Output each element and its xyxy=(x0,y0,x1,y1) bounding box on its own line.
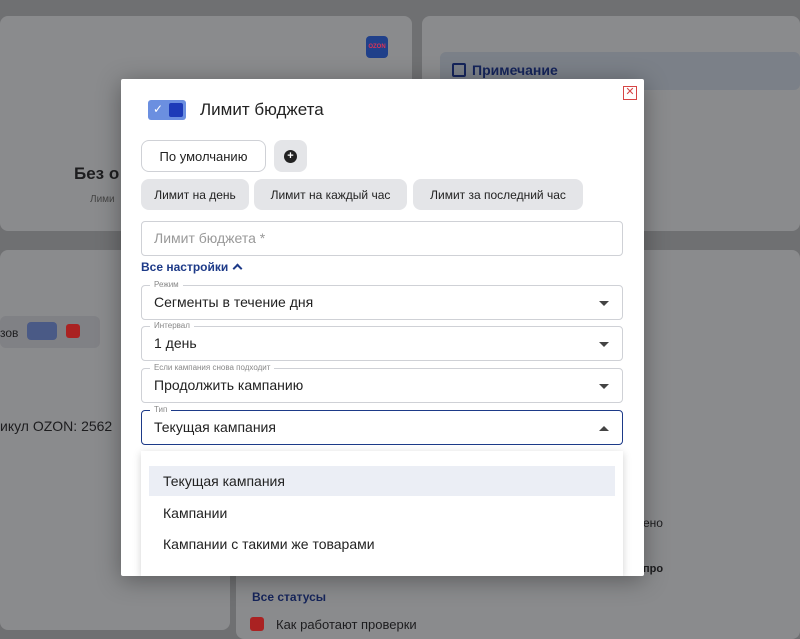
dropdown-arrow-up-icon xyxy=(599,426,609,431)
calendar-icon xyxy=(452,63,466,77)
statuses-filter: Все статусы xyxy=(252,590,327,604)
all-settings-toggle[interactable]: Все настройки xyxy=(141,260,243,274)
type-select[interactable]: Тип Текущая кампания xyxy=(141,405,623,445)
youtube-icon xyxy=(250,617,264,631)
toggle-icon xyxy=(27,322,57,340)
modal-title: Лимит бюджета xyxy=(200,100,324,119)
budget-limit-input[interactable]: Лимит бюджета * xyxy=(141,221,623,256)
check-icon: ✓ xyxy=(153,102,164,116)
interval-value: 1 день xyxy=(154,335,197,351)
mode-value: Сегменты в течение дня xyxy=(154,294,314,310)
partial-text: про xyxy=(643,563,664,575)
mode-label: Режим xyxy=(150,280,183,290)
toggle-knob xyxy=(169,103,183,117)
type-dropdown-menu: Текущая кампания Кампании Кампании с так… xyxy=(141,451,623,576)
dropdown-arrow-icon xyxy=(599,342,609,347)
product-name: Без о xyxy=(74,164,120,183)
orders-label: зов xyxy=(0,326,19,340)
enable-toggle[interactable]: ✓ xyxy=(148,100,186,120)
ozon-logo-icon: OZON xyxy=(366,36,388,58)
close-icon[interactable]: ✕ xyxy=(623,86,637,100)
type-option-campaigns[interactable]: Кампании xyxy=(149,498,615,528)
checks-link: Как работают проверки xyxy=(276,617,417,632)
dropdown-arrow-icon xyxy=(599,301,609,306)
limit-per-hour-button[interactable]: Лимит на каждый час xyxy=(254,179,407,210)
budget-limit-modal: ✕ ✓ Лимит бюджета По умолчанию + Лимит н… xyxy=(121,79,644,576)
mode-select[interactable]: Режим Сегменты в течение дня xyxy=(141,280,623,320)
plus-circle-icon: + xyxy=(284,149,297,163)
on-match-select[interactable]: Если кампания снова подходит Продолжить … xyxy=(141,363,623,403)
article-label: икул OZON: 2562 xyxy=(0,418,113,434)
type-option-same-products[interactable]: Кампании с такими же товарами xyxy=(149,529,615,559)
on-match-label: Если кампания снова подходит xyxy=(150,363,275,373)
on-match-value: Продолжить кампанию xyxy=(154,377,304,393)
chevron-up-icon xyxy=(232,263,243,274)
youtube-icon xyxy=(66,324,80,338)
dropdown-arrow-icon xyxy=(599,384,609,389)
interval-select[interactable]: Интервал 1 день xyxy=(141,321,623,361)
limit-caption: Лими xyxy=(90,194,115,205)
add-preset-button[interactable]: + xyxy=(274,140,307,172)
interval-label: Интервал xyxy=(150,321,194,331)
type-label: Тип xyxy=(150,405,172,415)
limit-last-hour-button[interactable]: Лимит за последний час xyxy=(413,179,583,210)
limit-per-day-button[interactable]: Лимит на день xyxy=(141,179,249,210)
type-option-current[interactable]: Текущая кампания xyxy=(149,466,615,496)
partial-text: ено xyxy=(643,516,663,530)
note-title: Примечание xyxy=(452,62,558,78)
default-preset-button[interactable]: По умолчанию xyxy=(141,140,266,172)
type-value: Текущая кампания xyxy=(154,419,276,435)
